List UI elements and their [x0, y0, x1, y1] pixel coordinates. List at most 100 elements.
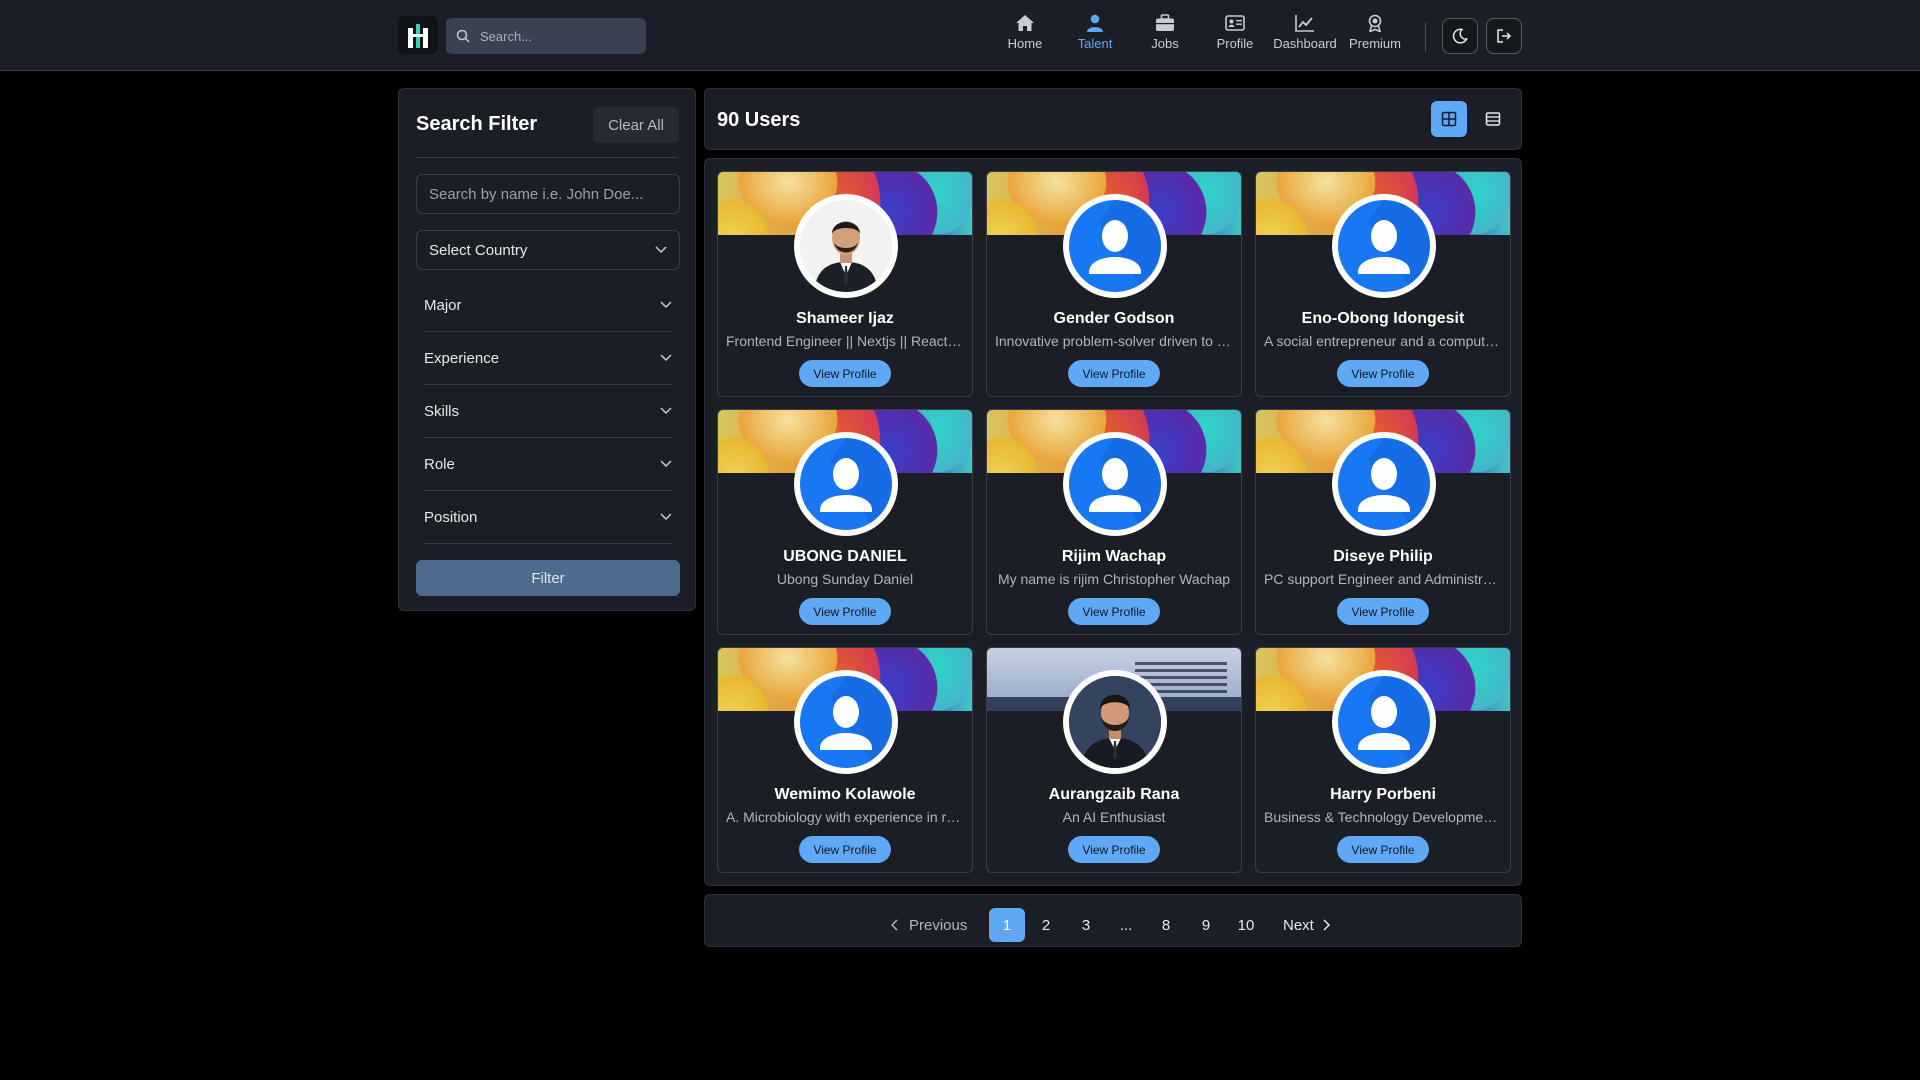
chevron-down-icon: [660, 407, 672, 415]
list-view-button[interactable]: [1475, 101, 1511, 137]
logout-button[interactable]: [1486, 18, 1522, 54]
global-search[interactable]: [446, 18, 646, 54]
chart-icon: [1295, 15, 1314, 32]
view-profile-button[interactable]: View Profile: [1337, 360, 1429, 387]
view-profile-button[interactable]: View Profile: [1068, 360, 1160, 387]
filter-skills-label: Skills: [424, 402, 460, 420]
avatar[interactable]: [1063, 670, 1167, 774]
default-avatar-icon: [1089, 200, 1161, 285]
moon-icon: [1452, 28, 1468, 44]
default-avatar-icon: [1358, 676, 1430, 761]
page-8[interactable]: 8: [1149, 908, 1183, 942]
main-nav: Home Talent Jobs Profile Dashboard Premi…: [990, 14, 1410, 51]
user-icon: [1087, 14, 1103, 32]
avatar[interactable]: [1332, 194, 1436, 298]
filter-role-label: Role: [424, 455, 455, 473]
previous-page-button[interactable]: Previous: [891, 908, 967, 942]
filter-major[interactable]: Major: [424, 279, 672, 332]
view-profile-button[interactable]: View Profile: [1337, 836, 1429, 863]
avatar[interactable]: [794, 432, 898, 536]
id-card-icon: [1225, 15, 1245, 31]
briefcase-icon: [1156, 14, 1174, 31]
avatar[interactable]: [1063, 194, 1167, 298]
user-bio: PC support Engineer and Administrator: [1264, 571, 1502, 587]
avatar[interactable]: [794, 670, 898, 774]
page-ellipsis: ...: [1119, 916, 1133, 934]
nav-dashboard[interactable]: Dashboard: [1270, 14, 1340, 51]
view-profile-button[interactable]: View Profile: [799, 836, 891, 863]
filter-experience[interactable]: Experience: [424, 332, 672, 385]
user-card[interactable]: Shameer Ijaz Frontend Engineer || Nextjs…: [717, 171, 973, 397]
filter-role[interactable]: Role: [424, 438, 672, 491]
page-3[interactable]: 3: [1069, 908, 1103, 942]
user-card[interactable]: Harry Porbeni Business & Technology Deve…: [1255, 647, 1511, 873]
view-profile-button[interactable]: View Profile: [799, 598, 891, 625]
nav-premium-label: Premium: [1348, 36, 1401, 51]
filter-major-label: Major: [424, 296, 462, 314]
chevron-down-icon: [660, 513, 672, 521]
global-search-input[interactable]: [478, 27, 642, 45]
view-profile-button[interactable]: View Profile: [1068, 598, 1160, 625]
filter-button[interactable]: Filter: [416, 560, 680, 596]
nav-jobs-label: Jobs: [1151, 36, 1179, 51]
user-card[interactable]: Eno-Obong Idongesit A social entrepreneu…: [1255, 171, 1511, 397]
nav-jobs[interactable]: Jobs: [1130, 14, 1200, 51]
next-label: Next: [1283, 916, 1314, 934]
view-profile-button[interactable]: View Profile: [1337, 598, 1429, 625]
user-card[interactable]: Aurangzaib Rana An AI Enthusiast View Pr…: [986, 647, 1242, 873]
avatar[interactable]: [1063, 432, 1167, 536]
list-view-icon: [1485, 112, 1501, 126]
nav-talent[interactable]: Talent: [1060, 14, 1130, 51]
user-name: Harry Porbeni: [1330, 786, 1436, 803]
country-select[interactable]: Select Country: [416, 230, 680, 270]
search-icon: [456, 29, 470, 43]
logo-icon: [408, 24, 428, 48]
chevron-left-icon: [891, 919, 898, 931]
nav-home[interactable]: Home: [990, 14, 1060, 51]
default-avatar-icon: [1358, 438, 1430, 523]
user-bio: Ubong Sunday Daniel: [776, 571, 914, 587]
clear-all-button[interactable]: Clear All: [593, 107, 679, 143]
nav-divider: [1425, 22, 1426, 52]
search-filter-panel: Search Filter Clear All Select Country M…: [398, 88, 696, 611]
nav-profile-label: Profile: [1216, 36, 1254, 51]
filter-title: Search Filter: [416, 113, 538, 135]
user-card-grid: Shameer Ijaz Frontend Engineer || Nextjs…: [704, 158, 1522, 886]
page-1[interactable]: 1: [989, 908, 1025, 942]
profile-photo-icon: [1069, 676, 1161, 768]
filter-skills[interactable]: Skills: [424, 385, 672, 438]
page-10[interactable]: 10: [1229, 908, 1263, 942]
logout-icon: [1497, 29, 1512, 43]
grid-view-button[interactable]: [1431, 101, 1467, 137]
app-logo[interactable]: [398, 16, 438, 54]
user-name: Wemimo Kolawole: [774, 786, 916, 803]
avatar[interactable]: [1332, 432, 1436, 536]
home-icon: [1016, 15, 1034, 31]
filter-position[interactable]: Position: [424, 491, 672, 544]
nav-profile[interactable]: Profile: [1200, 14, 1270, 51]
users-count: 90 Users: [717, 109, 801, 131]
user-card[interactable]: Gender Godson Innovative problem-solver …: [986, 171, 1242, 397]
user-card[interactable]: UBONG DANIEL Ubong Sunday Daniel View Pr…: [717, 409, 973, 635]
user-card[interactable]: Rijim Wachap My name is rijim Christophe…: [986, 409, 1242, 635]
user-card[interactable]: Diseye Philip PC support Engineer and Ad…: [1255, 409, 1511, 635]
user-bio: Frontend Engineer || Nextjs || React || …: [726, 333, 964, 349]
page-9[interactable]: 9: [1189, 908, 1223, 942]
user-name: UBONG DANIEL: [783, 548, 907, 565]
user-name: Rijim Wachap: [1061, 548, 1167, 565]
user-bio: Business & Technology Development Specia…: [1264, 809, 1502, 825]
avatar[interactable]: [794, 194, 898, 298]
chevron-down-icon: [655, 246, 667, 254]
view-profile-button[interactable]: View Profile: [1068, 836, 1160, 863]
next-page-button[interactable]: Next: [1283, 908, 1330, 942]
avatar[interactable]: [1332, 670, 1436, 774]
name-search-input[interactable]: [416, 174, 680, 214]
nav-premium[interactable]: Premium: [1340, 14, 1410, 51]
user-card[interactable]: Wemimo Kolawole A. Microbiology with exp…: [717, 647, 973, 873]
view-profile-button[interactable]: View Profile: [799, 360, 891, 387]
profile-photo-icon: [800, 200, 892, 292]
page-2[interactable]: 2: [1029, 908, 1063, 942]
theme-toggle-button[interactable]: [1442, 18, 1478, 54]
user-name: Diseye Philip: [1333, 548, 1433, 565]
results-header: 90 Users: [704, 88, 1522, 150]
